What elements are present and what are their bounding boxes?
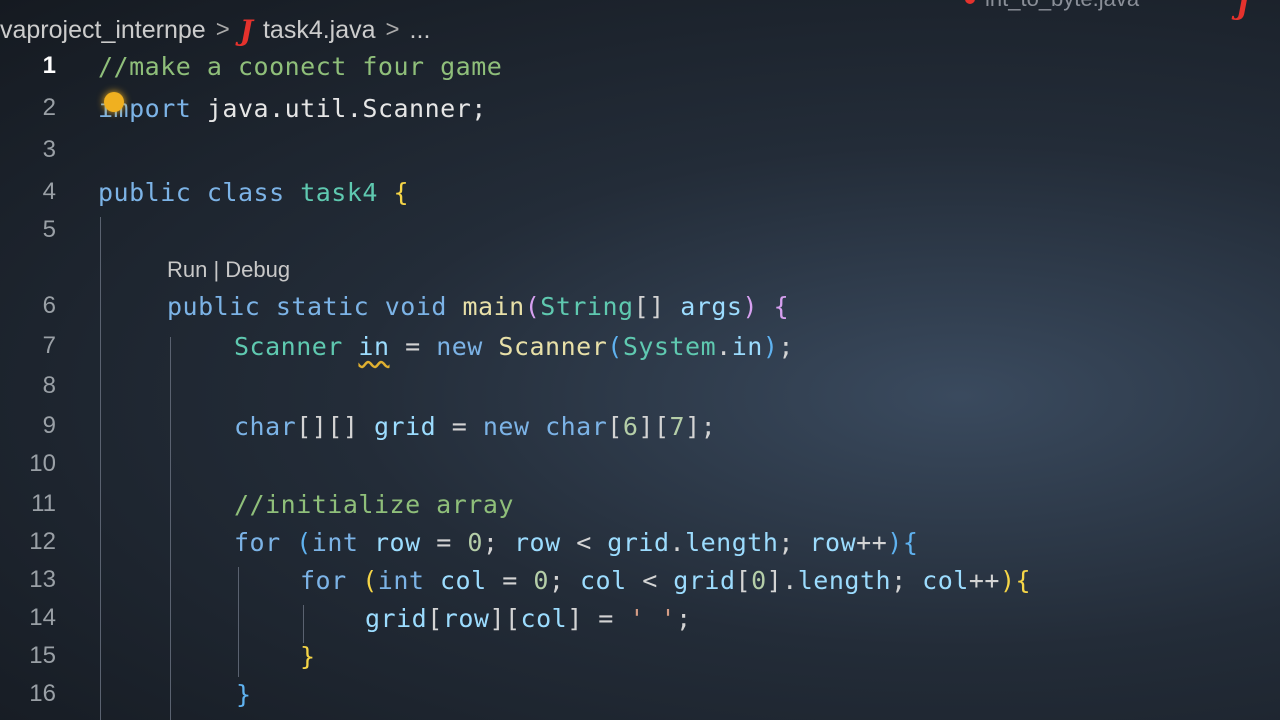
code-text: import java.util.Scanner; xyxy=(98,93,487,123)
line-number: 6 xyxy=(42,292,56,319)
code-text: public class task4 { xyxy=(98,177,410,207)
comment-text: //initialize array xyxy=(234,489,514,519)
line-number: 1 xyxy=(42,52,56,79)
code-line[interactable]: 16 } xyxy=(0,676,1280,712)
code-text: char[][] grid = new char[6][7]; xyxy=(234,411,717,441)
line-number: 9 xyxy=(42,412,56,439)
code-line[interactable]: 2 import java.util.Scanner; xyxy=(0,90,1280,126)
code-line[interactable]: 5 xyxy=(0,212,1280,248)
line-number: 12 xyxy=(29,528,56,555)
breadcrumb-project[interactable]: vaproject_internpe xyxy=(0,16,206,45)
code-line[interactable]: 13 for (int col = 0; col < grid[0].lengt… xyxy=(0,562,1280,598)
java-file-icon[interactable]: J xyxy=(1236,0,1249,21)
code-text: } xyxy=(300,641,316,671)
line-number: 10 xyxy=(29,450,56,477)
code-line[interactable]: 11 //initialize array xyxy=(0,486,1280,522)
code-line[interactable]: 3 xyxy=(0,132,1280,168)
code-line[interactable]: 14 grid[row][col] = ' '; xyxy=(0,600,1280,636)
code-text: for (int col = 0; col < grid[0].length; … xyxy=(300,565,1032,595)
code-text: Scanner in = new Scanner(System.in); xyxy=(234,331,794,361)
modified-dot-icon xyxy=(965,0,975,4)
chevron-right-icon: > xyxy=(215,16,230,43)
code-line[interactable]: 15 } xyxy=(0,638,1280,674)
code-text: for (int row = 0; row < grid.length; row… xyxy=(234,527,919,557)
code-line[interactable]: 7 Scanner in = new Scanner(System.in); xyxy=(0,328,1280,364)
line-number: 11 xyxy=(31,490,56,517)
java-file-icon: J xyxy=(239,13,253,47)
mouse-cursor-icon xyxy=(104,92,124,112)
code-text: public static void main(String[] args) { xyxy=(167,291,790,321)
code-line[interactable]: 12 for (int row = 0; row < grid.length; … xyxy=(0,524,1280,560)
code-editor[interactable]: 1 //make a coonect four game 2 import ja… xyxy=(0,52,1280,720)
line-number: 8 xyxy=(42,372,56,399)
code-line[interactable]: 10 xyxy=(0,446,1280,482)
code-text: } xyxy=(236,679,252,709)
line-number: 2 xyxy=(42,94,56,121)
breadcrumb-more[interactable]: ... xyxy=(410,16,431,45)
code-line[interactable]: 6 public static void main(String[] args)… xyxy=(0,288,1280,324)
comment-text: //make a coonect four game xyxy=(98,51,503,81)
line-number: 4 xyxy=(42,178,56,205)
breadcrumb: vaproject_internpe > J task4.java > ... xyxy=(0,10,430,50)
line-number: 7 xyxy=(42,332,56,359)
tab-int-to-byte[interactable]: int_to_byte.java xyxy=(965,0,1139,12)
chevron-right-icon: > xyxy=(385,16,400,43)
code-text: grid[row][col] = ' '; xyxy=(365,603,692,633)
line-number: 14 xyxy=(29,604,56,631)
breadcrumb-file[interactable]: task4.java xyxy=(263,16,376,45)
line-number: 3 xyxy=(42,136,56,163)
line-number: 5 xyxy=(42,216,56,243)
code-line[interactable]: 8 xyxy=(0,368,1280,404)
code-line[interactable]: 1 //make a coonect four game xyxy=(0,48,1280,84)
line-number: 13 xyxy=(29,566,56,593)
code-line[interactable]: 9 char[][] grid = new char[6][7]; xyxy=(0,408,1280,444)
line-number: 15 xyxy=(29,642,56,669)
line-number: 16 xyxy=(29,680,56,707)
code-line[interactable]: 4 public class task4 { xyxy=(0,174,1280,210)
tab-label: int_to_byte.java xyxy=(985,0,1139,12)
codelens-run-debug[interactable]: Run | Debug xyxy=(167,257,290,283)
